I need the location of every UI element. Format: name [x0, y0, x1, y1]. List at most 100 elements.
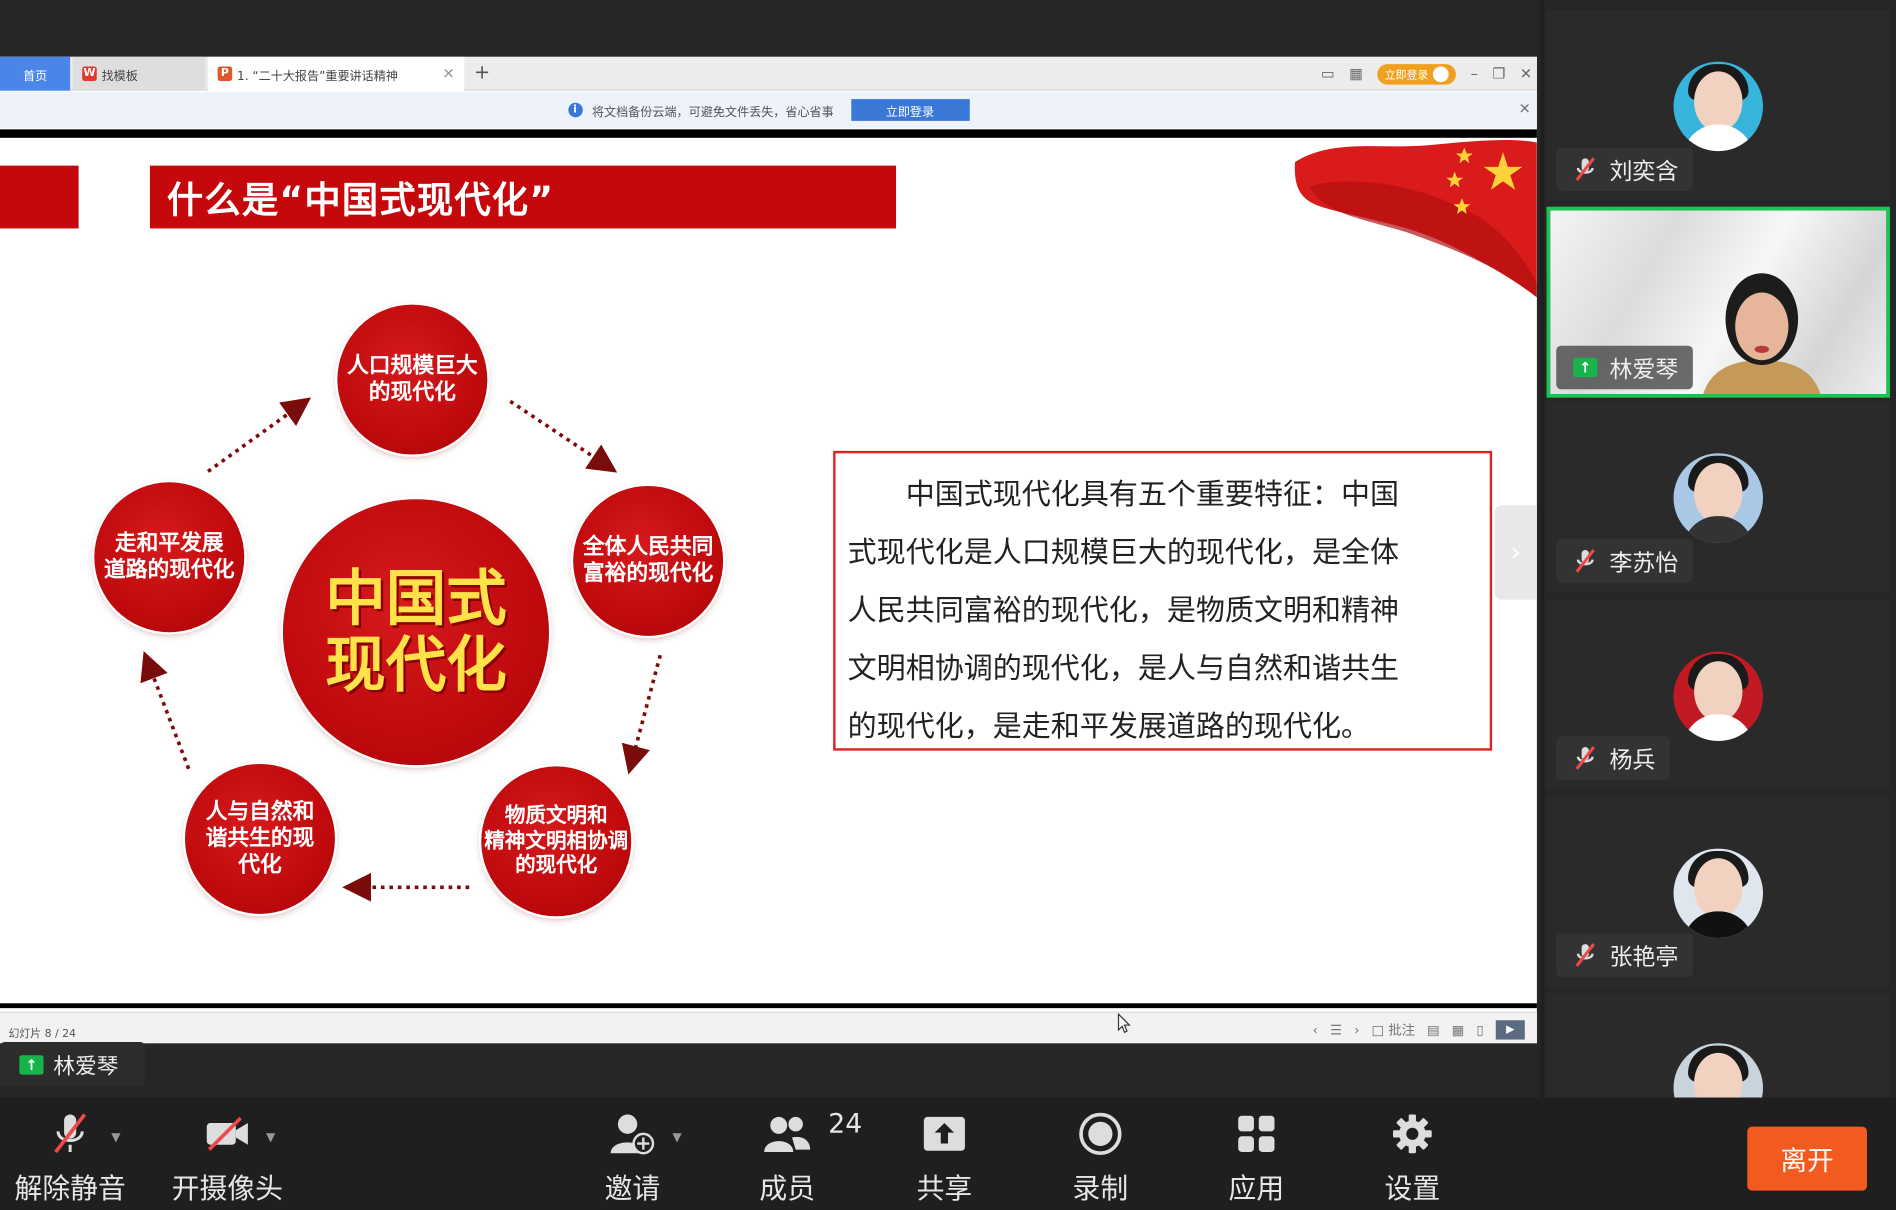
- avatar-body: [1683, 124, 1754, 152]
- member-count: 24: [828, 1109, 863, 1140]
- tab-document[interactable]: P 1. “二十大报告”重要讲话精神 ✕: [207, 56, 465, 91]
- participant-card[interactable]: 刘奕含: [1546, 9, 1890, 200]
- avatar: [1673, 61, 1764, 152]
- mic-muted-icon: [1575, 549, 1595, 573]
- wps-logo-icon: W: [82, 66, 97, 81]
- minimize-icon[interactable]: –: [1471, 65, 1478, 82]
- annotate-button[interactable]: □ 批注: [1372, 1020, 1415, 1039]
- participant-name-tag: 刘奕含: [1556, 147, 1693, 191]
- unmute-button[interactable]: 解除静音: [7, 1098, 133, 1210]
- avatar: [1673, 848, 1764, 939]
- next-icon[interactable]: ›: [1354, 1022, 1359, 1038]
- record-button[interactable]: 录制: [1058, 1098, 1143, 1210]
- participants-panel: 刘奕含 李苏怡 杨兵 张艳亭: [1544, 0, 1896, 1098]
- list-icon[interactable]: ☰: [1330, 1022, 1342, 1038]
- node-text: 人口规模巨大: [347, 353, 478, 379]
- share-button[interactable]: 共享: [902, 1098, 987, 1210]
- feature-node-harmony-nature: 人与自然和 谐共生的现 代化: [185, 763, 335, 914]
- record-label: 录制: [1072, 1173, 1129, 1206]
- participant-card[interactable]: 李苏怡: [1546, 401, 1890, 592]
- speaker-video: [1703, 273, 1821, 395]
- text-line: 式现代化是人口规模巨大的现代化，是全体: [847, 535, 1400, 570]
- notice-login-button[interactable]: 立即登录: [850, 99, 970, 121]
- center-circle: 中国式 现代化: [282, 499, 549, 766]
- new-tab-icon[interactable]: +: [474, 60, 490, 83]
- tab-template[interactable]: W 找模板: [72, 56, 206, 91]
- prev-icon[interactable]: ‹: [1313, 1022, 1318, 1038]
- layout-icon[interactable]: ▭: [1321, 65, 1335, 82]
- wps-window: 首页 W 找模板 P 1. “二十大报告”重要讲话精神 ✕ + ▭ ▦ 立即登录…: [0, 56, 1537, 1044]
- record-icon: [1079, 1112, 1122, 1156]
- gear-icon: [1392, 1114, 1432, 1154]
- avatar: [1673, 453, 1764, 543]
- next-slide-arrow-icon[interactable]: ›: [1494, 505, 1537, 600]
- node-text: 富裕的现代化: [582, 560, 714, 587]
- unmute-label: 解除静音: [14, 1173, 126, 1206]
- feature-node-peaceful-development: 走和平发展 道路的现代化: [94, 482, 245, 633]
- camera-off-icon: [206, 1116, 248, 1151]
- text-line: 中国式现代化具有五个重要特征：中国: [847, 477, 1400, 512]
- tab-home[interactable]: 首页: [0, 56, 71, 91]
- avatar-face: [1694, 462, 1743, 524]
- screen-share-icon: ↑: [19, 1054, 44, 1075]
- apps-grid-icon: [1238, 1115, 1275, 1152]
- mouse-cursor-icon: [1117, 1012, 1131, 1034]
- mic-muted-icon: [1575, 157, 1595, 182]
- add-user-icon: [610, 1114, 655, 1155]
- avatar-face: [1694, 858, 1743, 919]
- login-pill-button[interactable]: 立即登录: [1377, 63, 1457, 85]
- leave-button[interactable]: 离开: [1747, 1126, 1868, 1191]
- normal-view-icon[interactable]: ▤: [1427, 1022, 1440, 1038]
- notice-text: 将文档备份云端，可避免文件丢失，省心省事: [591, 105, 834, 120]
- participant-name: 李苏怡: [1609, 549, 1679, 576]
- slide-text-box: 中国式现代化具有五个重要特征：中国 式现代化是人口规模巨大的现代化，是全体 人民…: [833, 450, 1493, 751]
- notice-close-icon[interactable]: ✕: [1519, 100, 1531, 117]
- shared-screen: 首页 W 找模板 P 1. “二十大报告”重要讲话精神 ✕ + ▭ ▦ 立即登录…: [0, 0, 1541, 1098]
- slide-counter: 幻灯片 8 / 24: [8, 1028, 76, 1041]
- window-controls: ▭ ▦ 立即登录 – ❐ ✕: [1321, 57, 1532, 91]
- participant-name: 刘奕含: [1609, 157, 1679, 185]
- node-text: 代化: [238, 852, 282, 878]
- status-bar-controls: ‹ ☰ › □ 批注 ▤ ▦ ▯ ▶: [1313, 1020, 1525, 1040]
- play-slideshow-icon[interactable]: ▶: [1495, 1020, 1525, 1040]
- center-line-1: 中国式: [325, 563, 507, 634]
- meeting-window: 首页 W 找模板 P 1. “二十大报告”重要讲话精神 ✕ + ▭ ▦ 立即登录…: [0, 0, 1896, 1210]
- chevron-down-icon[interactable]: ▼: [266, 1131, 275, 1144]
- participant-name: 杨兵: [1609, 746, 1656, 774]
- meeting-toolbar: 解除静音 ▼ 开摄像头 ▼ 邀请 ▼ 24 成员 共享 录制 应用 设置: [0, 1097, 1896, 1210]
- speaker-video-tile[interactable]: ↑ 林爱琴: [1546, 206, 1890, 398]
- node-text: 走和平发展: [114, 530, 224, 557]
- reading-view-icon[interactable]: ▯: [1476, 1022, 1483, 1038]
- participant-card[interactable]: 张艳亭: [1546, 796, 1890, 987]
- close-window-icon[interactable]: ✕: [1520, 65, 1532, 82]
- text-line: 的现代化，是走和平发展道路的现代化。: [847, 709, 1371, 744]
- slide: 什么是“中国式现代化” 中国式 现代化 人口规模巨大 的现代化 全体人民共同 富…: [0, 137, 1537, 1004]
- close-tab-icon[interactable]: ✕: [442, 65, 454, 82]
- apps-button[interactable]: 应用: [1214, 1098, 1299, 1210]
- participant-name-tag: 张艳亭: [1556, 933, 1693, 977]
- text-line: 人民共同富裕的现代化，是物质文明和精神: [847, 593, 1400, 628]
- restore-icon[interactable]: ❐: [1492, 65, 1505, 82]
- mic-muted-icon: [1575, 746, 1595, 770]
- participant-card[interactable]: 杨兵: [1546, 599, 1890, 790]
- node-text: 精神文明相协调: [484, 828, 629, 853]
- avatar-face: [1694, 71, 1743, 132]
- grid-icon[interactable]: ▦: [1349, 65, 1363, 82]
- settings-button[interactable]: 设置: [1370, 1098, 1455, 1210]
- node-text: 人与自然和: [205, 799, 315, 825]
- camera-button[interactable]: 开摄像头: [164, 1098, 290, 1210]
- slide-frame: 什么是“中国式现代化” 中国式 现代化 人口规模巨大 的现代化 全体人民共同 富…: [0, 129, 1537, 1009]
- members-button[interactable]: 24 成员: [745, 1098, 862, 1210]
- participant-card[interactable]: [1546, 993, 1890, 1098]
- active-speaker-label: ↑ 林爱琴: [0, 1041, 146, 1087]
- participant-name-tag: 杨兵: [1556, 736, 1670, 780]
- participant-name: 林爱琴: [1609, 355, 1679, 383]
- avatar: [1673, 651, 1764, 741]
- sorter-view-icon[interactable]: ▦: [1452, 1022, 1465, 1038]
- chevron-down-icon[interactable]: ▼: [672, 1131, 681, 1144]
- chevron-down-icon[interactable]: ▼: [111, 1131, 120, 1144]
- annotate-label: 批注: [1388, 1022, 1415, 1039]
- avatar: [1673, 1043, 1764, 1098]
- invite-button[interactable]: 邀请: [590, 1098, 675, 1210]
- members-label: 成员: [759, 1173, 816, 1206]
